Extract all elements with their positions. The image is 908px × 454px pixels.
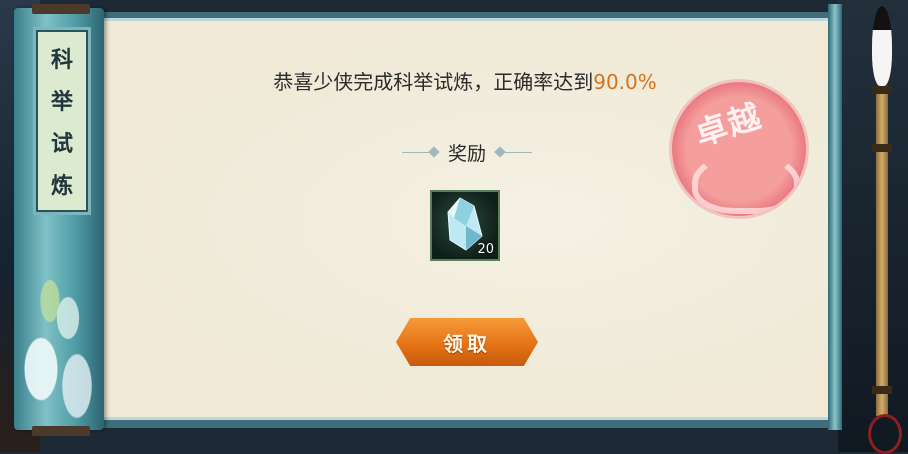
brush-tassel <box>868 414 902 454</box>
brush-ring <box>872 86 892 94</box>
ornament-right-icon <box>498 151 532 153</box>
brush-ring <box>872 144 892 152</box>
reward-item-slot[interactable]: 20 <box>430 190 500 261</box>
right-scroll-rod <box>828 4 842 430</box>
reward-label: 奖励 <box>447 142 486 165</box>
brush-icon <box>862 0 902 454</box>
seal-text: 卓越 <box>690 96 767 154</box>
cloud-swirl-decoration <box>14 250 104 420</box>
accuracy-percent: 90.0% <box>593 70 657 94</box>
ornament-left-icon <box>401 151 436 153</box>
excellence-seal: 卓越 <box>672 82 806 216</box>
claim-button-label: 领取 <box>443 331 491 356</box>
title-plate: 科 举 试 炼 <box>36 30 88 212</box>
brush-handle <box>876 86 888 416</box>
brush-tip <box>872 6 892 86</box>
roll-cap-bottom <box>32 426 90 436</box>
seal-swirl-decoration <box>692 152 800 214</box>
reward-header: 奖励 <box>390 140 544 165</box>
title-char: 举 <box>50 89 73 115</box>
title-char: 科 <box>50 47 73 73</box>
claim-button[interactable]: 领取 <box>396 318 538 366</box>
title-char: 炼 <box>50 173 73 199</box>
title-char: 试 <box>50 131 73 157</box>
item-count: 20 <box>477 242 494 257</box>
brush-ring <box>872 386 892 394</box>
result-message-text: 恭喜少侠完成科举试炼，正确率达到 <box>273 70 594 94</box>
roll-cap-top <box>32 4 90 14</box>
